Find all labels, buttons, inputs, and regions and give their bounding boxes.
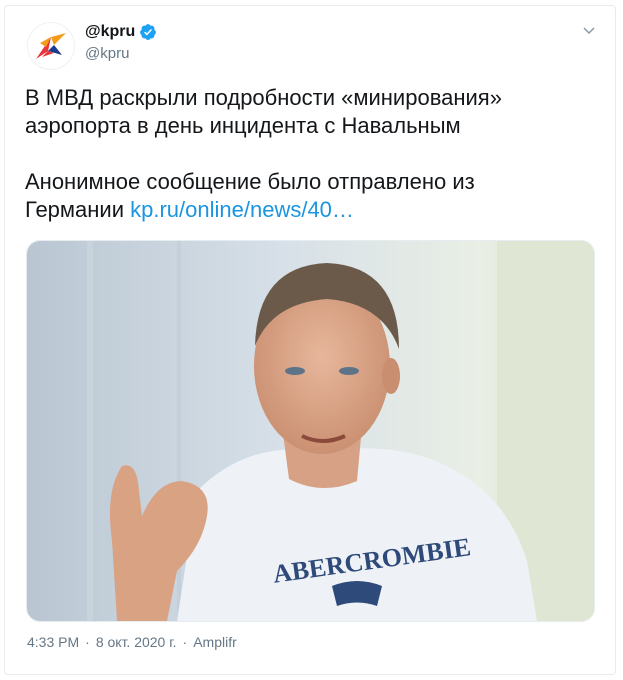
verified-badge-icon bbox=[139, 23, 157, 41]
timestamp[interactable]: 4:33 PM bbox=[27, 632, 79, 652]
avatar[interactable] bbox=[27, 22, 75, 70]
tweet-card: @kpru @kpru В МВД раскрыли подробности «… bbox=[4, 5, 616, 675]
tweet-text-line-4: Германии bbox=[25, 197, 131, 222]
source-app[interactable]: Amplifr bbox=[193, 632, 237, 652]
separator: · bbox=[85, 634, 90, 650]
display-name[interactable]: @kpru bbox=[85, 22, 135, 42]
tweet-text-line-3: Анонимное сообщение было отправлено из bbox=[25, 169, 475, 194]
author-block: @kpru @kpru bbox=[85, 22, 157, 64]
photo-illustration: ABERCROMBIE bbox=[27, 241, 594, 621]
author-name-row[interactable]: @kpru bbox=[85, 22, 157, 42]
tweet-text: В МВД раскрыли подробности «минирования»… bbox=[25, 84, 595, 224]
chevron-down-icon[interactable] bbox=[581, 22, 597, 38]
tweet-text-line-1: В МВД раскрыли подробности «минирования» bbox=[25, 85, 502, 110]
kp-logo-icon bbox=[36, 33, 66, 59]
date[interactable]: 8 окт. 2020 г. bbox=[96, 632, 177, 652]
tweet-photo[interactable]: ABERCROMBIE bbox=[26, 240, 595, 622]
handle[interactable]: @kpru bbox=[85, 44, 157, 64]
tweet-link[interactable]: kp.ru/online/news/40… bbox=[130, 197, 354, 222]
tweet-text-line-2: аэропорта в день инцидента с Навальным bbox=[25, 113, 461, 138]
tweet-footer: 4:33 PM · 8 окт. 2020 г. · Amplifr bbox=[27, 632, 237, 652]
separator: · bbox=[182, 634, 188, 650]
